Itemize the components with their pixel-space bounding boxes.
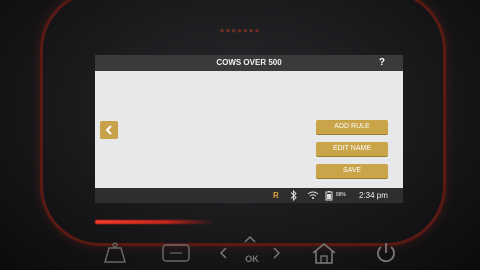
weight-icon [104,242,126,263]
bluetooth-icon [290,188,298,203]
power-icon [377,243,395,263]
battery-percent: 88% [336,192,347,198]
left-arrow-icon [219,247,227,259]
device-screen: COWS OVER 500 ? ADD RULE EDIT NAME SAVE … [95,55,403,203]
page-title: COWS OVER 500 [216,58,282,67]
battery-icon [325,188,335,203]
left-arrow-button[interactable] [214,238,234,268]
power-button[interactable] [368,238,404,268]
save-button[interactable]: SAVE [316,164,388,178]
function-icon [162,244,190,262]
up-arrow-button[interactable] [238,232,262,246]
up-arrow-icon [244,235,256,243]
wifi-icon [307,188,319,203]
add-rule-button[interactable]: ADD RULE [316,120,388,134]
chevron-left-icon [105,125,112,135]
brand-logo: ●●●●●●● [219,26,261,35]
r-indicator: R [273,191,279,200]
home-button[interactable] [306,238,342,268]
ok-button[interactable]: OK [242,254,262,264]
weight-button[interactable] [97,238,133,268]
status-bar: R 88% 2:34 pm [95,188,403,203]
right-arrow-icon [273,247,281,259]
right-arrow-button[interactable] [266,238,286,268]
status-led-strip [95,220,215,224]
help-button[interactable]: ? [379,55,385,71]
home-icon [312,242,336,264]
clock: 2:34 pm [359,191,388,200]
edit-name-button[interactable]: EDIT NAME [316,142,388,156]
back-button[interactable] [100,121,118,139]
title-bar: COWS OVER 500 ? [95,55,403,71]
function-button[interactable] [158,238,194,268]
handheld-device: ●●●●●●● COWS OVER 500 ? ADD RULE EDIT NA… [0,0,480,270]
content-area: ADD RULE EDIT NAME SAVE [95,71,403,188]
